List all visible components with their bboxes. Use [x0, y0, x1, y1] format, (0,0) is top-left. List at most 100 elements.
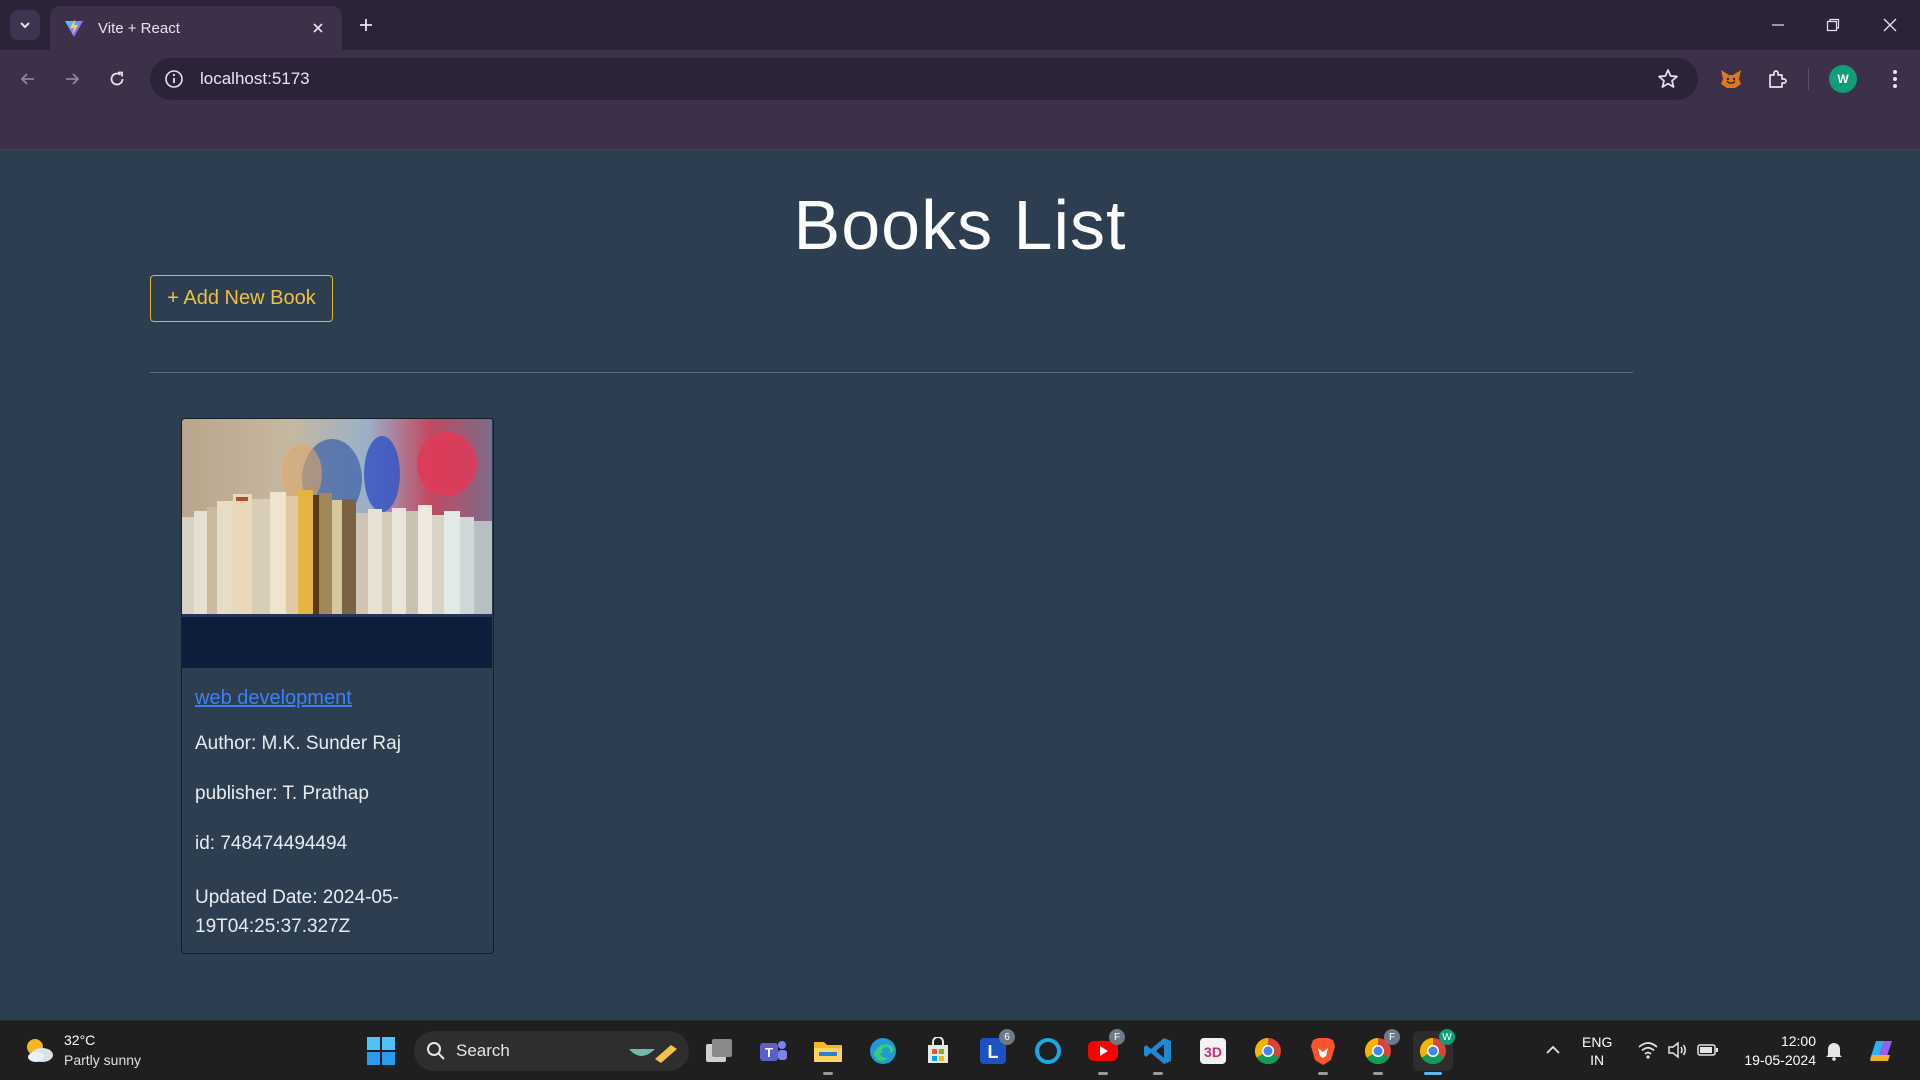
search-icon	[427, 1042, 445, 1060]
reload-icon	[110, 71, 124, 86]
edge-icon	[870, 1038, 896, 1064]
folder-icon	[814, 1042, 842, 1062]
book-title-link[interactable]: web development	[195, 687, 352, 710]
book-author: Author: M.K. Sunder Raj	[195, 733, 401, 754]
teams-icon: T	[760, 1041, 787, 1061]
brave-button[interactable]	[1303, 1031, 1343, 1075]
weather-temperature[interactable]: 32°C	[64, 1032, 95, 1048]
clock[interactable]: 12:00 19-05-2024	[1736, 1032, 1816, 1070]
svg-text:3D: 3D	[1204, 1044, 1222, 1060]
battery-icon[interactable]	[1697, 1039, 1719, 1061]
running-indicator	[1424, 1072, 1442, 1075]
taskbar: 32°C Partly sunny Search T L 6 F 3D F W …	[0, 1020, 1920, 1080]
chevron-up-icon[interactable]	[1542, 1039, 1564, 1061]
brave-lion-icon	[1311, 1038, 1335, 1065]
kebab-menu-icon	[1893, 70, 1897, 88]
browser-tab-active[interactable]: Vite + React	[50, 6, 342, 50]
clock-date: 19-05-2024	[1744, 1052, 1816, 1068]
book-publisher: publisher: T. Prathap	[195, 783, 369, 804]
partly-sunny-icon[interactable]	[22, 1033, 56, 1067]
forward-button[interactable]	[57, 64, 87, 94]
minimize-button[interactable]	[1760, 10, 1796, 40]
browser-tab-bar: Vite + React	[0, 0, 1920, 50]
page-title: Books List	[793, 186, 1127, 264]
volume-icon[interactable]	[1666, 1039, 1688, 1061]
restore-button[interactable]	[1815, 10, 1851, 40]
url-text[interactable]: localhost:5173	[200, 69, 1656, 89]
browser-toolbar: localhost:5173	[0, 50, 1920, 108]
search-highlight-icon	[629, 1045, 677, 1063]
add-new-book-button[interactable]: + Add New Book	[150, 275, 333, 322]
3d-app-icon: 3D	[1200, 1038, 1226, 1064]
wifi-icon[interactable]	[1637, 1039, 1659, 1061]
site-info-icon[interactable]	[164, 69, 184, 89]
book-card: web development Author: M.K. Sunder Raj …	[181, 418, 494, 954]
taskbar-search-box[interactable]: Search	[414, 1031, 689, 1071]
file-explorer-button[interactable]	[808, 1031, 848, 1075]
bookmarks-bar	[0, 108, 1920, 150]
microsoft-store-button[interactable]	[918, 1031, 958, 1071]
app-page: Books List + Add New Book web developmen…	[0, 151, 1920, 1020]
chrome-button[interactable]	[1248, 1031, 1288, 1071]
chrome-profile-2-button[interactable]: F	[1358, 1029, 1400, 1075]
minimize-icon	[1772, 24, 1784, 26]
restore-icon	[1826, 18, 1840, 32]
profile-badge: F	[1109, 1029, 1125, 1045]
running-indicator	[1153, 1072, 1163, 1075]
language-indicator[interactable]: ENG IN	[1582, 1033, 1612, 1069]
running-indicator	[823, 1072, 833, 1075]
tab-title: Vite + React	[98, 19, 180, 37]
back-button[interactable]	[13, 64, 43, 94]
puzzle-icon	[1769, 70, 1787, 88]
book-id: id: 748474494494	[195, 833, 348, 854]
running-indicator	[1318, 1072, 1328, 1075]
close-window-button[interactable]	[1872, 10, 1908, 40]
extensions-button[interactable]	[1762, 64, 1792, 94]
task-view-button[interactable]	[699, 1031, 739, 1071]
language-code: ENG	[1582, 1034, 1613, 1050]
new-tab-button[interactable]	[352, 11, 380, 39]
running-indicator	[1373, 1072, 1383, 1075]
browser-menu-button[interactable]	[1880, 64, 1910, 94]
close-icon	[1883, 18, 1897, 32]
close-tab-icon[interactable]	[308, 18, 328, 38]
notification-badge: 6	[999, 1029, 1015, 1045]
toolbar-separator	[1808, 68, 1809, 90]
l-app-button[interactable]: L 6	[973, 1029, 1015, 1071]
weather-description[interactable]: Partly sunny	[64, 1052, 141, 1068]
bookmark-star-icon[interactable]	[1656, 67, 1680, 91]
edge-button[interactable]	[863, 1031, 903, 1071]
tab-search-button[interactable]	[10, 10, 40, 40]
chevron-down-icon	[20, 22, 30, 29]
reload-button[interactable]	[102, 64, 132, 94]
divider	[150, 372, 1633, 373]
copilot-icon[interactable]	[1864, 1033, 1898, 1067]
profile-badge: W	[1439, 1029, 1455, 1045]
chrome-icon	[1254, 1037, 1281, 1065]
task-view-icon	[706, 1039, 732, 1062]
book-updated-date: Updated Date: 2024-05-19T04:25:37.327Z	[195, 887, 399, 937]
metamask-extension-button[interactable]	[1716, 64, 1746, 94]
profile-badge: F	[1384, 1029, 1400, 1045]
fox-icon	[1721, 70, 1741, 88]
3d-app-button[interactable]: 3D	[1193, 1031, 1233, 1071]
youtube-button[interactable]: F	[1083, 1029, 1125, 1075]
store-icon	[928, 1037, 948, 1063]
region-code: IN	[1590, 1052, 1605, 1068]
vscode-button[interactable]	[1138, 1031, 1178, 1075]
teams-button[interactable]: T	[753, 1031, 793, 1071]
cortana-ring-icon	[1035, 1038, 1061, 1064]
cortana-button[interactable]	[1028, 1031, 1068, 1071]
book-cover-image	[182, 419, 492, 668]
plus-icon	[360, 19, 372, 31]
running-indicator	[1098, 1072, 1108, 1075]
svg-text:T: T	[765, 1045, 773, 1060]
profile-avatar[interactable]: W	[1829, 65, 1857, 93]
search-label: Search	[456, 1041, 510, 1060]
address-bar[interactable]: localhost:5173	[150, 58, 1698, 100]
windows-start-icon[interactable]	[365, 1035, 397, 1067]
vscode-icon	[1144, 1038, 1171, 1064]
arrow-right-icon	[66, 73, 80, 85]
chrome-profile-3-button[interactable]: W	[1413, 1029, 1455, 1075]
notification-bell-icon[interactable]	[1823, 1039, 1845, 1061]
